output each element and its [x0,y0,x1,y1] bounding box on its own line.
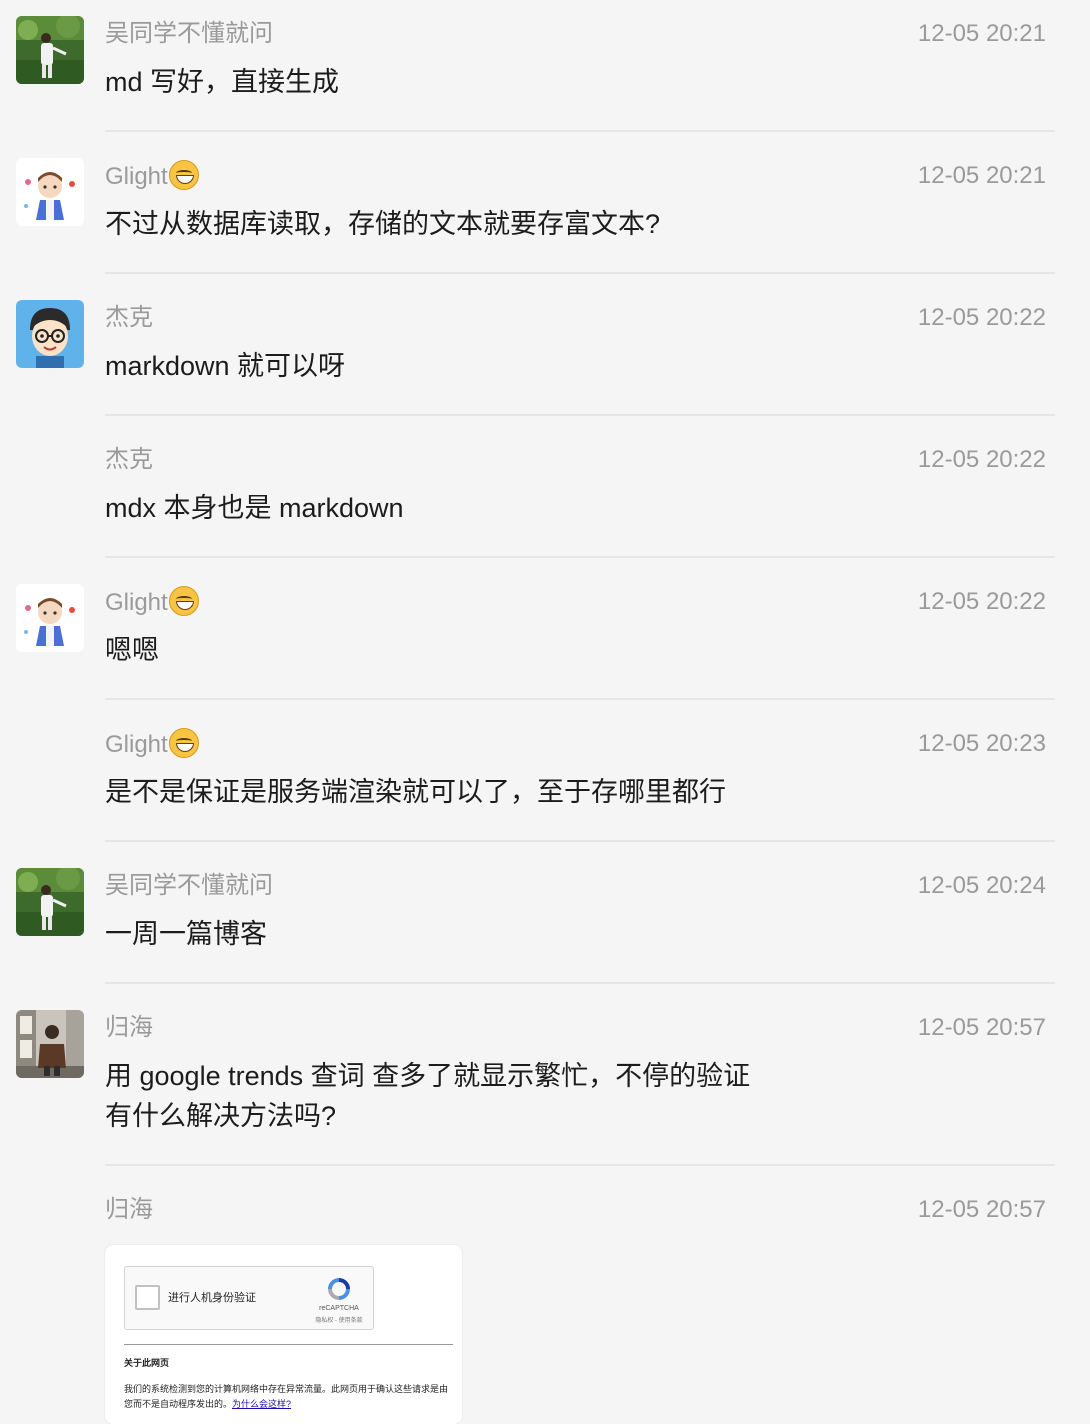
avatar[interactable] [16,158,84,226]
sender-name: 归海 [105,1196,153,1223]
message-time: 12-05 20:57 [917,1014,1046,1041]
recaptcha-label: 进行人机身份验证 [168,1292,256,1304]
sender-name: Glight [105,586,199,619]
message-text: 不过从数据库读取，存储的文本就要存富文本? [105,209,661,239]
chat-message: 杰克 12-05 20:22 mdx 本身也是 markdown [0,426,1090,558]
message-time: 12-05 20:22 [917,446,1046,473]
grinning-face-icon [168,586,199,616]
chat-message: 吴同学不懂就问 12-05 20:24 一周一篇博客 [0,852,1090,984]
divider [105,556,1055,558]
sender-name: 杰克 [105,304,153,331]
recaptcha-checkbox [135,1285,160,1310]
sender-name: 吴同学不懂就问 [105,872,273,899]
message-text: mdx 本身也是 markdown [105,493,404,523]
message-time: 12-05 20:22 [917,588,1046,615]
message-text: 是不是保证是服务端渲染就可以了，至于存哪里都行 [105,777,726,807]
divider [105,698,1055,700]
message-time: 12-05 20:57 [917,1196,1046,1223]
message-time: 12-05 20:24 [917,872,1046,899]
recaptcha-terms: 隐私权 - 使用条款 [315,1318,363,1324]
avatar[interactable] [16,1010,84,1078]
message-text: 用 google trends 查词 查多了就显示繁忙，不停的验证 有什么解决方… [105,1056,825,1136]
chat-message-list: 吴同学不懂就问 12-05 20:21 md 写好，直接生成 Glight 12… [0,0,1090,1424]
chat-message: 杰克 12-05 20:22 markdown 就可以呀 [0,284,1090,416]
recaptcha-logo-icon [328,1278,350,1300]
sender-name: Glight [105,728,199,761]
message-text: 一周一篇博客 [105,919,267,949]
chat-message: Glight 12-05 20:22 嗯嗯 [0,568,1090,700]
divider [105,840,1055,842]
divider [124,1344,453,1345]
sender-name: 杰克 [105,446,153,473]
chat-message: 归海 12-05 20:57 用 google trends 查词 查多了就显示… [0,994,1090,1166]
sender-name: 归海 [105,1014,153,1041]
recaptcha-brand: reCAPTCHA [319,1305,359,1312]
grinning-face-icon [168,728,199,758]
sender-name: Glight [105,160,199,193]
avatar[interactable] [16,300,84,368]
message-time: 12-05 20:21 [917,162,1046,189]
divider [105,130,1055,132]
about-link: 为什么会这样? [232,1399,292,1409]
avatar[interactable] [16,16,84,84]
about-body: 我们的系统检测到您的计算机网络中存在异常流量。此网页用于确认这些请求是由您而不是… [124,1384,449,1409]
message-line: 有什么解决方法吗? [105,1101,337,1131]
message-time: 12-05 20:21 [917,20,1046,47]
chat-message: Glight 12-05 20:21 不过从数据库读取，存储的文本就要存富文本? [0,142,1090,274]
grinning-face-icon [168,160,199,190]
sender-name: 吴同学不懂就问 [105,20,273,47]
divider [105,414,1055,416]
divider [105,982,1055,984]
message-line: 用 google trends 查词 查多了就显示繁忙，不停的验证 [105,1061,751,1091]
message-text: markdown 就可以呀 [105,351,346,381]
recaptcha-widget: 进行人机身份验证 reCAPTCHA 隐私权 - 使用条款 [124,1266,374,1330]
message-time: 12-05 20:23 [917,730,1046,757]
avatar[interactable] [16,584,84,652]
chat-message: 吴同学不懂就问 12-05 20:21 md 写好，直接生成 [0,0,1090,132]
avatar[interactable] [16,868,84,936]
message-text: md 写好，直接生成 [105,67,340,97]
divider [105,1164,1055,1166]
message-text: 嗯嗯 [105,635,159,665]
image-attachment[interactable]: 进行人机身份验证 reCAPTCHA 隐私权 - 使用条款 关于此网页 我们的系… [105,1245,462,1424]
divider [105,272,1055,274]
about-title: 关于此网页 [124,1358,170,1368]
message-time: 12-05 20:22 [917,304,1046,331]
chat-message: Glight 12-05 20:23 是不是保证是服务端渲染就可以了，至于存哪里… [0,710,1090,842]
